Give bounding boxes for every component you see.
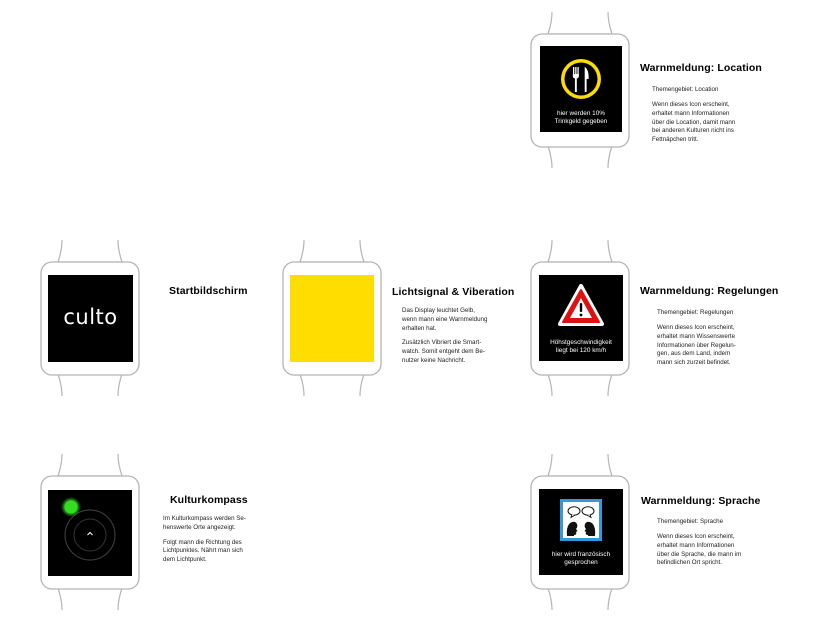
rules-screen-text: Höhstgeschwindigkeit liegt bei 120 km/h (550, 339, 612, 354)
location-topic: Themengebiet: Location (652, 86, 719, 93)
watch-location: hier werden 10% Trinkgeld gegeben (530, 10, 630, 170)
compass-display (61, 497, 116, 561)
watch-screen: Höhstgeschwindigkeit liegt bei 120 km/h (539, 275, 623, 361)
language-description: Wenn dieses Icon erscheint, erhaltet man… (657, 533, 741, 574)
location-desc-paragraph: Wenn dieses Icon erscheint, erhaltet man… (652, 101, 736, 144)
location-title: Warnmeldung: Location (640, 62, 762, 74)
signal-desc-paragraph: Das Display leuchtet Gelb, wenn mann ein… (402, 307, 488, 332)
fork-knife-icon (561, 59, 601, 99)
signal-desc-paragraph: Zusätzlich Vibriert die Smart- watch. So… (402, 339, 485, 364)
culto-logo: culto (63, 305, 118, 329)
watch-compass (40, 452, 140, 612)
watch-screen: hier werden 10% Trinkgeld gegeben (540, 46, 622, 132)
location-description: Wenn dieses Icon erscheint, erhaltet man… (652, 101, 735, 151)
watch-start: culto (40, 238, 140, 398)
watch-rules: Höhstgeschwindigkeit liegt bei 120 km/h (530, 238, 630, 398)
watch-screen (48, 490, 132, 576)
chevron-up-icon (87, 531, 93, 536)
location-screen-text: hier werden 10% Trinkgeld gegeben (554, 110, 608, 125)
warning-triangle-icon (558, 284, 604, 326)
compass-description: Im Kulturkompass werden Se- henswerte Or… (163, 515, 246, 571)
compass-desc-paragraph: Im Kulturkompass werden Se- henswerte Or… (163, 515, 246, 531)
language-title: Warnmeldung: Sprache (641, 495, 761, 507)
rules-desc-paragraph: Wenn dieses Icon erscheint, erhaltet man… (657, 324, 736, 367)
start-title: Startbildschirm (169, 285, 248, 297)
language-screen-text: hier wird französisch gesprochen (551, 551, 611, 566)
rules-title: Warnmeldung: Regelungen (640, 285, 779, 297)
watch-language: hier wird französisch gesprochen (530, 452, 630, 612)
signal-title: Lichtsignal & Viberation (392, 286, 515, 298)
compass-title: Kulturkompass (170, 494, 248, 506)
speaking-heads-icon (560, 499, 602, 541)
rules-topic: Themengebiet: Regelungen (657, 309, 734, 316)
watch-signal (282, 238, 382, 398)
rules-description: Wenn dieses Icon erscheint, erhaltet man… (657, 324, 736, 374)
watch-screen: hier wird französisch gesprochen (539, 489, 623, 575)
watch-screen: culto (48, 275, 133, 362)
language-topic: Themengebiet: Sprache (657, 518, 724, 525)
language-desc-paragraph: Wenn dieses Icon erscheint, erhaltet man… (657, 533, 742, 567)
signal-description: Das Display leuchtet Gelb, wenn mann ein… (402, 307, 487, 372)
yellow-screen (290, 275, 374, 362)
compass-desc-paragraph: Folgt mann die Richtung des Lichtpunktes… (163, 538, 243, 564)
